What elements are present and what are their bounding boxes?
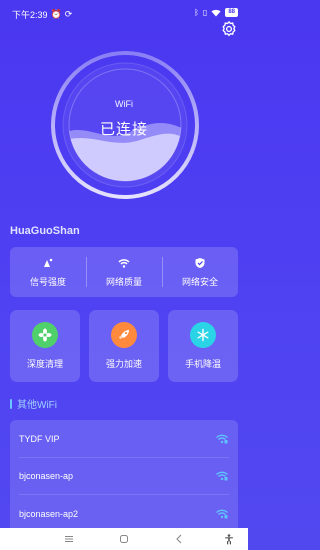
battery-icon: 88	[225, 8, 238, 17]
wifi-quality-icon	[118, 258, 130, 268]
wifi-name: TYDF VIP	[19, 434, 60, 444]
metric-signal-strength[interactable]: 信号强度	[10, 247, 86, 297]
tool-label: 深度清理	[26, 359, 63, 369]
tool-label: 手机降温	[184, 359, 221, 369]
snowflake-icon	[190, 322, 216, 348]
settings-gear-icon[interactable]	[220, 20, 238, 38]
wifi-locked-icon	[216, 434, 228, 444]
status-bar: 下午2:39 ⏰ ⟳ ᛒ ▯ 88	[0, 0, 248, 26]
wifi-locked-icon	[216, 471, 228, 481]
cool-down-button[interactable]: 手机降温	[168, 310, 238, 382]
system-nav-bar	[0, 528, 248, 550]
wifi-status-icon	[211, 9, 221, 16]
wifi-name: bjconasen-ap2	[19, 509, 79, 519]
metric-label: 信号强度	[29, 276, 66, 287]
metric-network-security[interactable]: 网络安全	[162, 247, 238, 297]
section-title-text: 其他WiFi	[17, 400, 57, 411]
vibrate-icon: ▯	[202, 8, 208, 17]
other-wifi-list: TYDF VIP bjconasen-ap bjconasen-ap2	[10, 420, 238, 528]
metric-label: 网络安全	[181, 276, 218, 287]
tool-label: 强力加速	[105, 359, 142, 369]
tools-row: 深度清理 强力加速 手机降温	[10, 310, 238, 382]
section-marker	[10, 398, 12, 409]
wifi-list-item[interactable]: bjconasen-ap	[10, 458, 238, 494]
bluetooth-icon: ᛒ	[194, 8, 199, 17]
accessibility-icon[interactable]	[222, 533, 236, 545]
wifi-name: bjconasen-ap	[19, 471, 74, 481]
wifi-list-item[interactable]: TYDF VIP	[10, 421, 238, 457]
signal-icon	[44, 258, 53, 267]
wifi-list-item[interactable]: bjconasen-ap2	[10, 496, 238, 528]
network-metrics-card: 信号强度 网络质量 网络安全	[10, 247, 238, 297]
wifi-locked-icon	[216, 509, 228, 519]
fan-icon	[32, 322, 58, 348]
divider	[19, 494, 229, 495]
alarm-icon: ⏰	[50, 9, 62, 19]
status-time: 下午2:39	[12, 10, 48, 20]
other-wifi-title: 其他WiFi	[10, 396, 57, 411]
back-icon[interactable]	[172, 533, 186, 545]
menu-icon[interactable]	[62, 533, 76, 545]
shield-icon	[195, 257, 205, 268]
metric-label: 网络质量	[105, 276, 142, 287]
boost-button[interactable]: 强力加速	[89, 310, 159, 382]
metric-network-quality[interactable]: 网络质量	[86, 247, 162, 297]
current-ssid: HuaGuoShan	[10, 225, 80, 237]
rocket-icon	[111, 322, 137, 348]
connection-status: 已连接	[99, 121, 148, 138]
deep-clean-button[interactable]: 深度清理	[10, 310, 80, 382]
network-type-label: WiFi	[115, 99, 133, 109]
sync-icon: ⟳	[64, 9, 73, 19]
home-icon[interactable]	[117, 533, 131, 545]
